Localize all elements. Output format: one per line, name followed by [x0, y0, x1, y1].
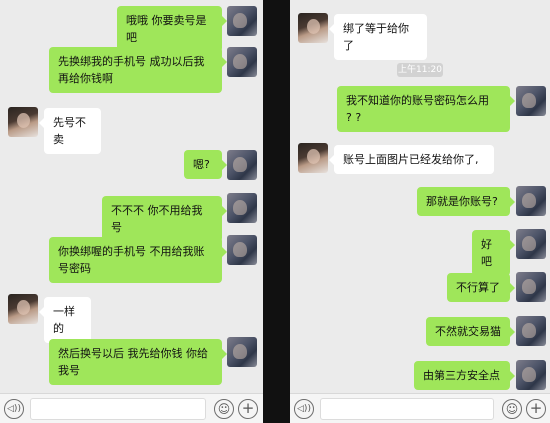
my-avatar[interactable]: [227, 337, 257, 367]
message-text: 绑了等于给你了: [343, 22, 409, 52]
message-line: 然后换号以后 我先给你钱 你给: [58, 347, 208, 360]
message-text: 不然就交易猫: [435, 325, 501, 338]
my-avatar[interactable]: [227, 47, 257, 77]
voice-icon[interactable]: ◁)): [4, 399, 24, 419]
my-message-bubble[interactable]: 哦哦 你要卖号是吧: [117, 6, 227, 52]
my-message-bubble[interactable]: 由第三方安全点: [414, 361, 515, 390]
my-message-bubble[interactable]: 你换绑喔的手机号 不用给我账 号密码: [49, 237, 227, 283]
my-message-bubble[interactable]: 先换绑我的手机号 成功以后我 再给你钱啊: [49, 47, 227, 93]
their-message-bubble[interactable]: 先号不卖: [39, 108, 101, 154]
contact-avatar[interactable]: [298, 13, 328, 43]
my-message-bubble[interactable]: 不然就交易猫: [426, 317, 515, 346]
my-avatar[interactable]: [516, 229, 546, 259]
my-message-bubble[interactable]: 我不知道你的账号密码怎么用 ? ?: [337, 86, 515, 132]
message-line: 我不知道你的账号密码怎么用: [346, 94, 489, 107]
my-message-bubble[interactable]: 不不不 你不用给我号: [102, 196, 227, 242]
message-text: 不行算了: [456, 281, 500, 294]
message-line: 先换绑我的手机号 成功以后我: [58, 55, 205, 68]
message-input[interactable]: [30, 398, 206, 420]
message-line: 再给你钱啊: [58, 72, 113, 85]
message-text: 好吧: [481, 238, 492, 268]
contact-avatar[interactable]: [8, 294, 38, 324]
message-input[interactable]: [320, 398, 494, 420]
contact-avatar[interactable]: [298, 143, 328, 173]
message-text: 不不不 你不用给我号: [111, 204, 203, 234]
plus-icon[interactable]: +: [526, 399, 546, 419]
input-toolbar: ◁)) ☺ +: [0, 393, 263, 423]
message-line: 号密码: [58, 262, 91, 275]
message-text: 哦哦 你要卖号是吧: [126, 14, 207, 44]
their-message-bubble[interactable]: 绑了等于给你了: [329, 14, 427, 60]
my-message-bubble[interactable]: 好吧: [472, 230, 515, 276]
voice-icon[interactable]: ◁)): [294, 399, 314, 419]
emoji-icon[interactable]: ☺: [214, 399, 234, 419]
message-line: 我号: [58, 364, 80, 377]
plus-icon[interactable]: +: [238, 399, 258, 419]
message-text: 先号不卖: [53, 116, 86, 146]
their-message-bubble[interactable]: 账号上面图片已经发给你了,: [329, 145, 494, 174]
input-toolbar: ◁)) ☺ +: [290, 393, 550, 423]
my-avatar[interactable]: [516, 272, 546, 302]
my-avatar[interactable]: [516, 186, 546, 216]
message-text: 一样的: [53, 305, 75, 335]
my-message-bubble[interactable]: 嗯?: [184, 150, 227, 179]
my-avatar[interactable]: [516, 360, 546, 390]
my-message-bubble[interactable]: 那就是你账号?: [417, 187, 515, 216]
right-chat-panel: 绑了等于给你了 上午11:20 我不知道你的账号密码怎么用 ? ? 账号上面图片…: [290, 0, 550, 423]
my-avatar[interactable]: [516, 316, 546, 346]
message-text: 由第三方安全点: [423, 369, 500, 382]
message-line: 你换绑喔的手机号 不用给我账: [58, 245, 205, 258]
my-avatar[interactable]: [227, 193, 257, 223]
my-avatar[interactable]: [227, 6, 257, 36]
my-avatar[interactable]: [227, 235, 257, 265]
my-avatar[interactable]: [227, 150, 257, 180]
message-text: 账号上面图片已经发给你了,: [343, 153, 479, 166]
my-message-bubble[interactable]: 然后换号以后 我先给你钱 你给 我号: [49, 339, 227, 385]
message-text: 那就是你账号?: [426, 195, 498, 208]
emoji-icon[interactable]: ☺: [502, 399, 522, 419]
left-chat-panel: 哦哦 你要卖号是吧 先换绑我的手机号 成功以后我 再给你钱啊 先号不卖 嗯? 不…: [0, 0, 263, 423]
timestamp: 上午11:20: [397, 63, 443, 77]
my-message-bubble[interactable]: 不行算了: [447, 273, 515, 302]
contact-avatar[interactable]: [8, 107, 38, 137]
my-avatar[interactable]: [516, 86, 546, 116]
message-line: ? ?: [346, 111, 362, 124]
message-text: 嗯?: [193, 158, 210, 171]
their-message-bubble[interactable]: 一样的: [39, 297, 91, 343]
